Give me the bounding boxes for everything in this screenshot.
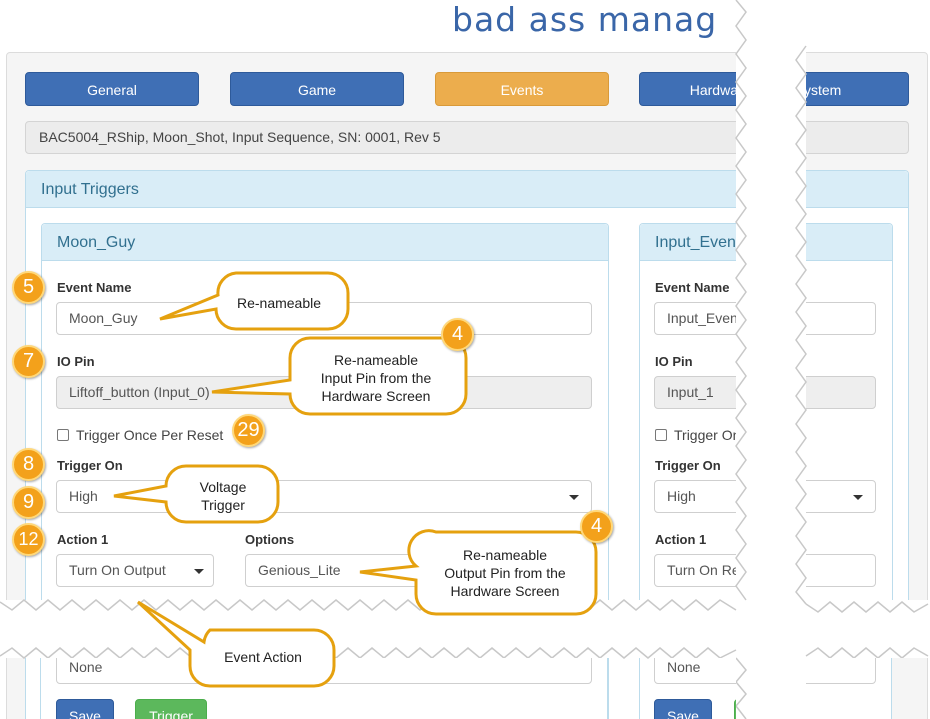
step-badge: 4 bbox=[441, 318, 474, 351]
callout-line: Hardware Screen bbox=[450, 583, 560, 599]
callout-renameable-text: Re-nameable bbox=[236, 295, 322, 311]
annotation-callouts bbox=[113, 271, 598, 688]
callout-line: Input Pin from the bbox=[320, 370, 432, 386]
step-badge: 29 bbox=[232, 414, 265, 447]
callout-line: Hardware Screen bbox=[321, 388, 431, 404]
step-badge: 5 bbox=[12, 271, 45, 304]
callout-event-action-text: Event Action bbox=[224, 649, 302, 665]
callout-line: Re-nameable bbox=[333, 352, 419, 368]
step-badge: 12 bbox=[12, 523, 45, 556]
callout-output-pin-text: Re-nameable Output Pin from the Hardware… bbox=[420, 546, 590, 600]
callout-line: Re-nameable bbox=[462, 547, 548, 563]
step-badge: 9 bbox=[12, 486, 45, 519]
callout-line: Trigger bbox=[201, 497, 245, 513]
step-badge: 8 bbox=[12, 448, 45, 481]
callout-input-pin-text: Re-nameable Input Pin from the Hardware … bbox=[296, 351, 456, 405]
callout-event-action-bubble bbox=[136, 600, 336, 688]
callout-line: Voltage bbox=[199, 479, 247, 495]
callout-voltage-text: Voltage Trigger bbox=[176, 478, 270, 514]
callout-line: Output Pin from the bbox=[444, 565, 566, 581]
step-badge: 4 bbox=[580, 510, 613, 543]
step-badge: 7 bbox=[12, 345, 45, 378]
